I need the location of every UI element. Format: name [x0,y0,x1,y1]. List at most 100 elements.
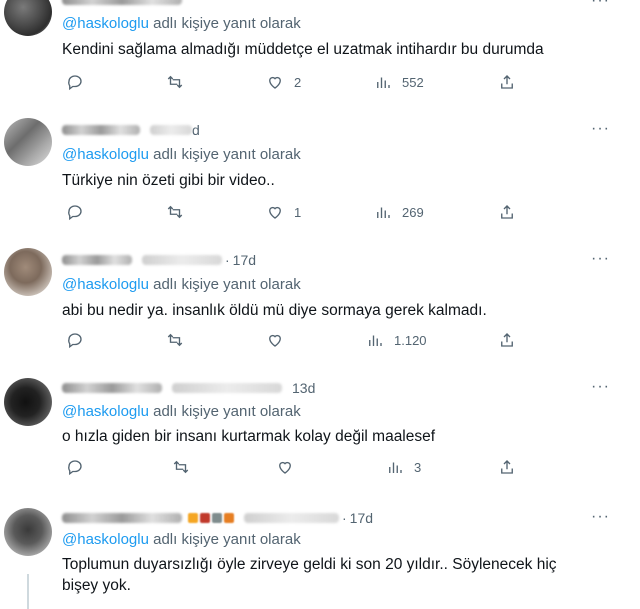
share-icon [501,205,513,219]
like-icon [269,76,281,89]
views-count: 1.120 [394,332,427,348]
share-button[interactable] [498,73,516,91]
author-name[interactable] [62,0,182,5]
views-icon [389,462,402,473]
like-button[interactable]: 2 [266,73,301,91]
views-button[interactable]: 552 [374,73,424,91]
tweet-text: Toplumun duyarsızlığı öyle zirveye geldi… [62,554,612,596]
tweet-text: o hızla giden bir insanı kurtarmak kolay… [62,428,436,445]
share-icon [501,75,513,89]
avatar[interactable] [4,118,52,166]
author-name[interactable] [62,383,162,393]
author-name[interactable] [62,255,132,265]
like-button[interactable] [266,331,284,349]
tweet-text: Kendini sağlama almadığı müddetçe el uza… [62,41,544,58]
mention-link[interactable]: @haskologlu [62,15,149,32]
tweet-1[interactable]: ··· @haskologlu adlı kişiye yanıt olarak… [0,0,640,108]
author-name[interactable] [62,513,182,523]
more-icon[interactable]: ··· [591,378,610,396]
views-count: 552 [402,74,424,90]
reply-context-label: adlı kişiye yanıt olarak [148,276,301,293]
views-count: 269 [402,204,424,220]
tweet-5[interactable]: · 17d ··· @haskologlu adlı kişiye yanıt … [0,498,640,609]
share-icon [501,460,513,474]
more-icon[interactable]: ··· [591,0,610,10]
tweet-actions: 1.120 [62,331,522,353]
share-button[interactable] [498,458,516,476]
like-icon [269,206,281,219]
views-icon [377,207,390,218]
tweet-actions: 1 269 [62,203,522,225]
reply-context: @haskologlu adlı kişiye yanıt olarak [62,403,301,420]
name-emojis [188,513,234,523]
tweet-actions: 3 [62,458,522,480]
like-count: 1 [294,204,302,220]
tweet-4[interactable]: 13d ··· @haskologlu adlı kişiye yanıt ol… [0,368,640,498]
reply-context-label: adlı kişiye yanıt olarak [148,531,301,548]
views-button[interactable]: 3 [386,458,421,476]
author-name[interactable] [62,125,140,135]
like-button[interactable]: 1 [266,203,301,221]
more-icon[interactable]: ··· [591,508,610,526]
reply-context: @haskologlu adlı kişiye yanıt olarak [62,146,301,163]
reply-context: @haskologlu adlı kişiye yanıt olarak [62,276,301,293]
reply-context-label: adlı kişiye yanıt olarak [148,146,301,163]
views-button[interactable]: 269 [374,203,424,221]
reply-button[interactable] [66,73,84,91]
separator-dot: · [342,510,347,526]
reply-context-label: adlı kişiye yanıt olarak [148,15,301,32]
retweet-icon [167,205,183,219]
reply-feed: ··· @haskologlu adlı kişiye yanıt olarak… [0,0,640,609]
tweet-header: · 17d [62,508,373,528]
views-button[interactable]: 1.120 [366,331,427,349]
author-handle[interactable] [244,513,339,523]
author-handle[interactable] [142,255,222,265]
author-handle[interactable] [172,383,282,393]
retweet-button[interactable] [166,203,184,221]
more-icon[interactable]: ··· [591,120,610,138]
avatar[interactable] [4,378,52,426]
tweet-3[interactable]: · 17d ··· @haskologlu adlı kişiye yanıt … [0,238,640,368]
mention-link[interactable]: @haskologlu [62,146,149,163]
share-icon [501,333,513,347]
avatar[interactable] [4,508,52,556]
avatar[interactable] [4,248,52,296]
tweet-header [62,0,182,10]
share-button[interactable] [498,331,516,349]
reply-icon [68,333,82,349]
tweet-time[interactable]: 17d [350,510,373,526]
mention-link[interactable]: @haskologlu [62,403,149,420]
reply-button[interactable] [66,203,84,221]
tweet-time[interactable]: d [192,122,200,138]
tweet-text: Türkiye nin özeti gibi bir video.. [62,172,275,189]
views-count: 3 [414,459,422,475]
reply-context-label: adlı kişiye yanıt olarak [148,403,301,420]
tweet-time[interactable]: 17d [233,252,256,268]
mention-link[interactable]: @haskologlu [62,531,149,548]
author-handle[interactable] [150,125,192,135]
mention-link[interactable]: @haskologlu [62,276,149,293]
separator-dot: · [225,252,230,268]
reply-icon [68,205,82,221]
tweet-text: abi bu nedir ya. insanlık öldü mü diye s… [62,302,487,319]
tweet-time[interactable]: 13d [292,380,315,396]
like-icon [269,334,281,347]
avatar[interactable] [4,0,52,36]
tweet-2[interactable]: d ··· @haskologlu adlı kişiye yanıt olar… [0,108,640,238]
retweet-button[interactable] [166,331,184,349]
tweet-header: d [62,120,200,140]
more-icon[interactable]: ··· [591,250,610,268]
retweet-button[interactable] [172,458,190,476]
retweet-button[interactable] [166,73,184,91]
tweet-header: · 17d [62,250,256,270]
tweet-text-line: Toplumun duyarsızlığı öyle zirveye geldi… [62,556,557,573]
share-button[interactable] [498,203,516,221]
retweet-icon [167,333,183,347]
like-button[interactable] [276,458,294,476]
reply-button[interactable] [66,331,84,349]
tweet-actions: 2 552 [62,73,522,95]
reply-context: @haskologlu adlı kişiye yanıt olarak [62,531,301,548]
like-count: 2 [294,74,302,90]
like-icon [279,461,291,474]
reply-button[interactable] [66,458,84,476]
